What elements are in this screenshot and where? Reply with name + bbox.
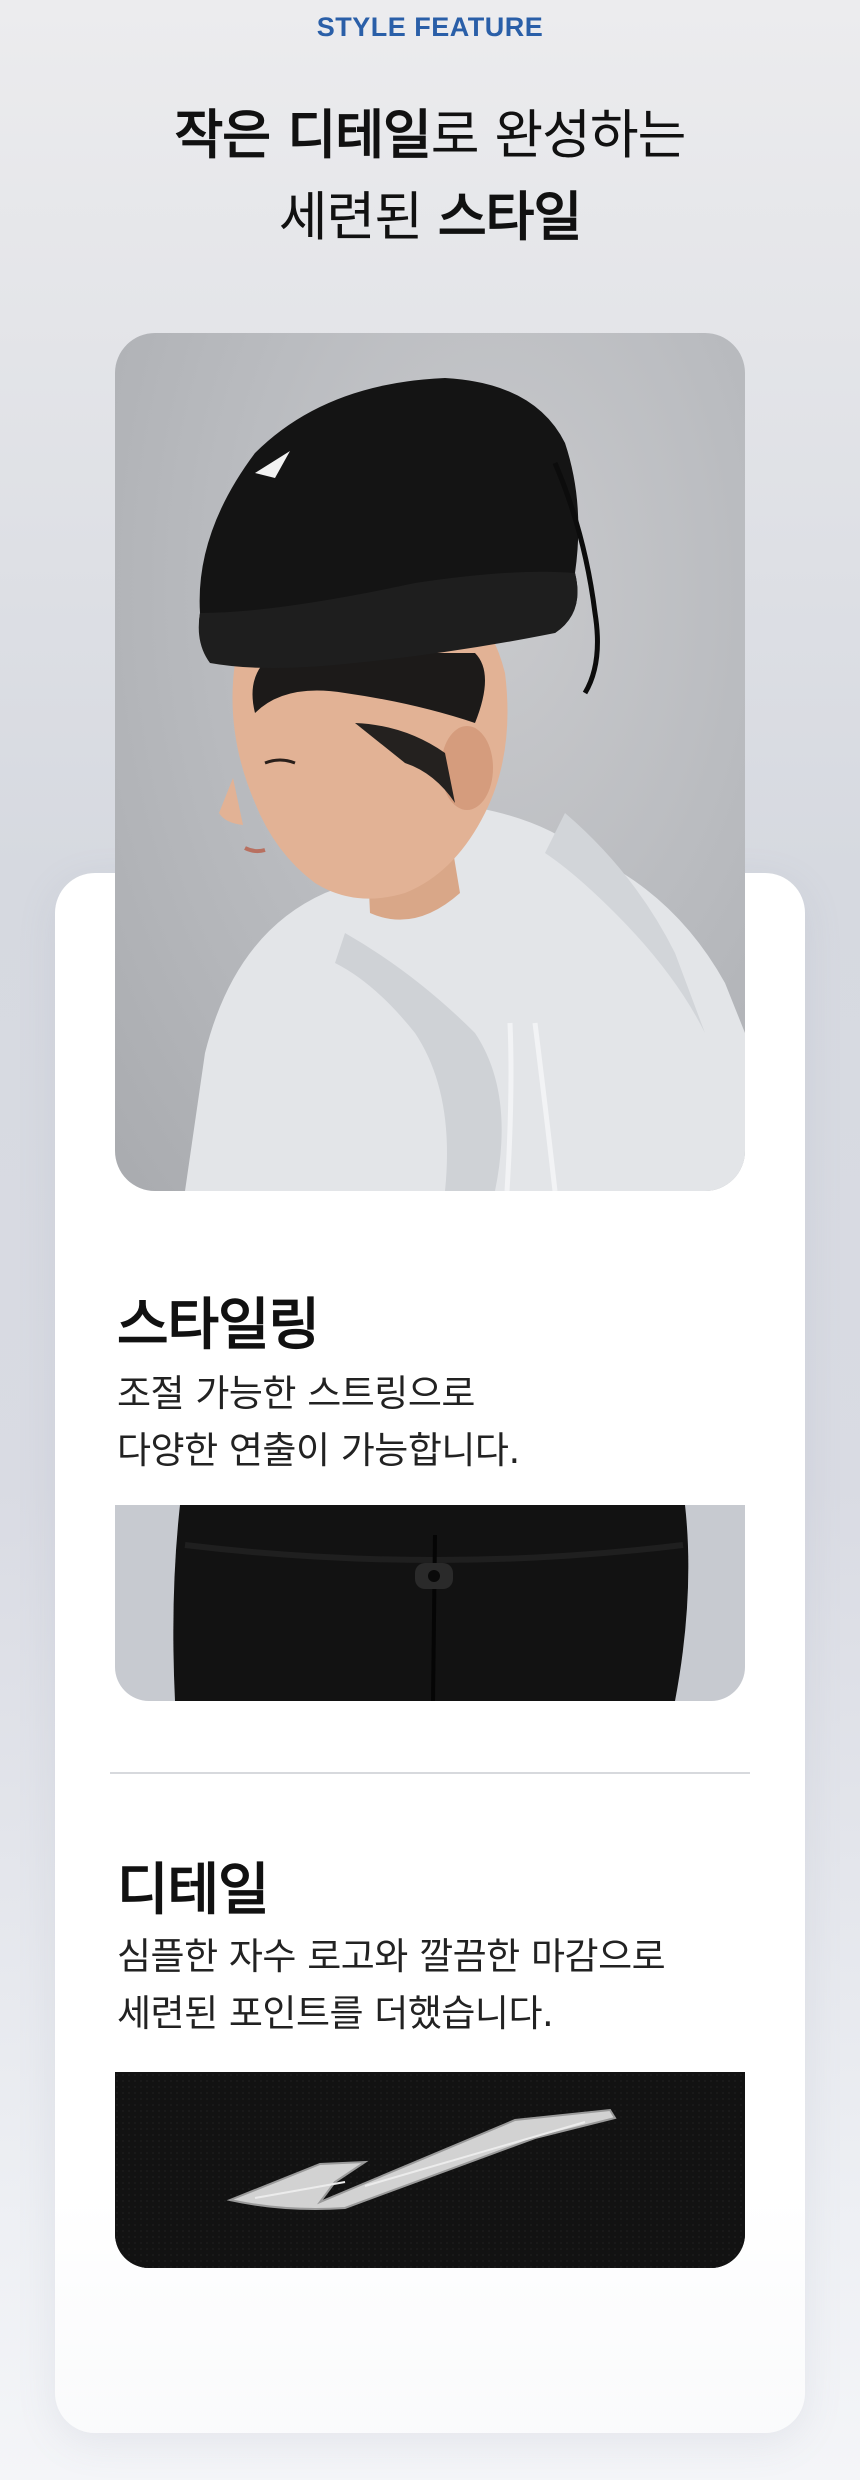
embroidery-logo-closeup-image bbox=[115, 2072, 745, 2268]
headline-normal-1: 로 완성하는 bbox=[430, 105, 687, 166]
eyebrow-label: STYLE FEATURE bbox=[316, 12, 544, 42]
styling-title: 스타일링 bbox=[117, 1293, 320, 1358]
drawstring-closeup-image bbox=[115, 1505, 745, 1701]
model-photo bbox=[115, 333, 745, 1191]
styling-description: 조절 가능한 스트링으로 다양한 연출이 가능합니다. bbox=[117, 1365, 520, 1479]
detail-desc-line-2: 세련된 포인트를 더했습니다. bbox=[117, 1992, 554, 2035]
page-headline: 작은 디테일로 완성하는 세련된 스타일 bbox=[0, 95, 860, 259]
styling-desc-line-1: 조절 가능한 스트링으로 bbox=[117, 1372, 475, 1415]
headline-normal-2: 세련된 bbox=[278, 187, 438, 248]
headline-bold-1: 작은 디테일 bbox=[174, 105, 432, 166]
headline-line-1: 작은 디테일로 완성하는 bbox=[0, 95, 860, 177]
detail-desc-line-1: 심플한 자수 로고와 깔끔한 마감으로 bbox=[117, 1935, 666, 1978]
headline-line-2: 세련된 스타일 bbox=[0, 177, 860, 259]
detail-title: 디테일 bbox=[117, 1858, 270, 1923]
headline-bold-2: 스타일 bbox=[437, 187, 582, 248]
styling-desc-line-2: 다양한 연출이 가능합니다. bbox=[117, 1429, 520, 1472]
detail-description: 심플한 자수 로고와 깔끔한 마감으로 세련된 포인트를 더했습니다. bbox=[117, 1928, 666, 2042]
section-divider bbox=[110, 1772, 750, 1774]
